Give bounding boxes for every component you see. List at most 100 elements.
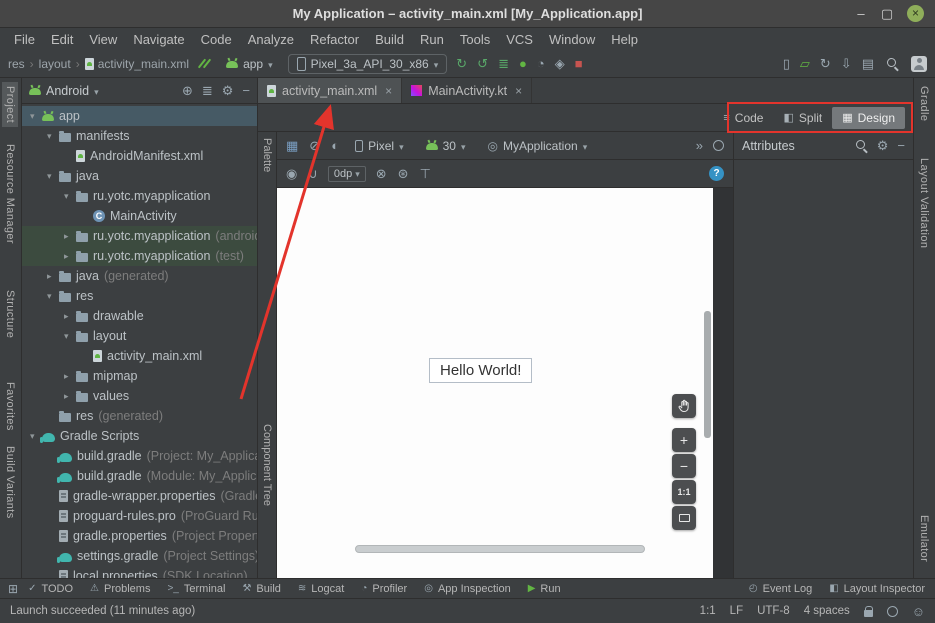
tool-window-favorites[interactable]: Favorites — [2, 378, 18, 435]
status-4-spaces[interactable]: 4 spaces — [804, 605, 850, 617]
tree-item-manifests[interactable]: ▾manifests — [22, 126, 257, 146]
chevron-right-icon[interactable]: ▸ — [64, 371, 76, 382]
close-tab-icon[interactable]: × — [515, 84, 522, 98]
tool-button-app-inspection[interactable]: ◎App Inspection — [424, 583, 511, 595]
expand-all-icon[interactable]: ≣ — [202, 84, 213, 97]
tool-window-structure[interactable]: Structure — [2, 286, 18, 342]
textview-hello-world[interactable]: Hello World! — [429, 358, 532, 383]
stop-icon[interactable]: ■ — [575, 57, 583, 70]
background-tasks-icon[interactable] — [887, 606, 898, 617]
feedback-smiley-icon[interactable] — [912, 604, 925, 619]
locate-file-icon[interactable]: ⊕ — [182, 84, 193, 97]
tool-button-terminal[interactable]: >_Terminal — [167, 583, 225, 595]
avd-manager-icon[interactable]: ▱ — [800, 57, 810, 70]
infer-constraints-icon[interactable]: ⊛ — [398, 167, 409, 180]
tree-item-activity-main-xml[interactable]: activity_main.xml — [22, 346, 257, 366]
visibility-icon[interactable]: ◉ — [286, 167, 297, 180]
theme-select[interactable]: MyApplication — [482, 137, 594, 155]
device-manager-icon[interactable]: ▯ — [783, 57, 790, 70]
tool-button-event-log[interactable]: ◴Event Log — [749, 583, 812, 595]
chevron-down-icon[interactable]: ▾ — [64, 331, 76, 342]
mode-split[interactable]: ◧Split — [773, 107, 832, 129]
device-select[interactable]: Pixel_3a_API_30_x86 — [288, 54, 448, 74]
zoom-in-button[interactable]: + — [672, 428, 696, 452]
chevron-right-icon[interactable]: ▸ — [47, 271, 59, 282]
hide-icon[interactable]: − — [897, 139, 905, 152]
align-icon[interactable]: ⊤ — [420, 167, 431, 180]
gear-icon[interactable]: ⚙ — [877, 139, 889, 152]
breadcrumb-activity-main-xml[interactable]: activity_main.xml — [85, 57, 189, 71]
menu-code[interactable]: Code — [193, 32, 240, 47]
menu-tools[interactable]: Tools — [452, 32, 498, 47]
tree-item-mainactivity[interactable]: CMainActivity — [22, 206, 257, 226]
tree-item-ru-yotc-myapplication[interactable]: ▾ru.yotc.myapplication — [22, 186, 257, 206]
tree-item-gradle-scripts[interactable]: ▾Gradle Scripts — [22, 426, 257, 446]
tree-item-ru-yotc-myapplication-test[interactable]: ▸ru.yotc.myapplication(test) — [22, 246, 257, 266]
tree-item-androidmanifest-xml[interactable]: AndroidManifest.xml — [22, 146, 257, 166]
menu-vcs[interactable]: VCS — [498, 32, 541, 47]
mode-design[interactable]: ▦Design — [832, 107, 905, 129]
chevron-right-icon[interactable]: ▸ — [64, 311, 76, 322]
tree-item-ru-yotc-myapplication-androidtest[interactable]: ▸ru.yotc.myapplication(androidTest) — [22, 226, 257, 246]
menu-help[interactable]: Help — [603, 32, 646, 47]
sync-gradle-icon[interactable]: ↻ — [820, 57, 831, 70]
hide-panel-icon[interactable]: − — [242, 84, 250, 97]
tool-button-layout-inspector[interactable]: ◧Layout Inspector — [829, 583, 925, 595]
tool-button-logcat[interactable]: ≋Logcat — [298, 583, 344, 595]
help-icon[interactable]: ? — [709, 166, 724, 181]
maximize-button[interactable]: ▢ — [874, 6, 900, 22]
palette-tab[interactable]: Palette — [261, 138, 273, 172]
apply-changes-icon[interactable]: ↻ — [456, 57, 467, 70]
project-view-selector[interactable]: Android — [46, 84, 89, 98]
tree-item-app[interactable]: ▾app — [22, 106, 257, 126]
tool-window-gradle[interactable]: Gradle — [916, 82, 932, 125]
design-surface-icon[interactable]: ▦ — [286, 139, 298, 152]
settings-icon[interactable]: ⚙ — [222, 84, 234, 97]
design-device-select[interactable]: Pixel — [349, 137, 410, 155]
overflow-icon[interactable]: » — [696, 139, 703, 152]
sdk-manager-icon[interactable]: ⇩ — [841, 57, 852, 70]
breadcrumb-res[interactable]: res — [8, 57, 25, 71]
chevron-down-icon[interactable]: ▾ — [64, 191, 76, 202]
tree-item-mipmap[interactable]: ▸mipmap — [22, 366, 257, 386]
run-configuration-select[interactable]: app — [220, 55, 279, 73]
autoconnect-magnet-icon[interactable]: ∪ — [308, 167, 318, 180]
tree-item-local-properties-sdk-location[interactable]: local.properties(SDK Location) — [22, 566, 257, 578]
horizontal-scrollbar[interactable] — [355, 545, 645, 553]
menu-edit[interactable]: Edit — [43, 32, 81, 47]
tool-window-build-variants[interactable]: Build Variants — [2, 442, 18, 523]
tool-button-todo[interactable]: ✓TODO — [28, 583, 73, 595]
tool-button-profiler[interactable]: ◔Profiler — [361, 583, 407, 595]
debug-icon[interactable]: ● — [519, 57, 527, 70]
breadcrumb-layout[interactable]: layout — [39, 57, 71, 71]
chevron-right-icon[interactable]: ▸ — [64, 251, 76, 262]
chevron-down-icon[interactable]: ▾ — [30, 111, 42, 122]
vcs-update-icon[interactable] — [198, 57, 211, 71]
coverage-icon[interactable]: ◈ — [555, 57, 565, 70]
tool-button-problems[interactable]: ⚠Problems — [90, 583, 150, 595]
tree-item-layout[interactable]: ▾layout — [22, 326, 257, 346]
structure-view-icon[interactable]: ▤ — [862, 57, 874, 70]
tool-window-resource-manager[interactable]: Resource Manager — [2, 140, 18, 248]
status-lf[interactable]: LF — [730, 605, 743, 617]
close-tab-icon[interactable]: × — [385, 84, 392, 98]
editor-tab-mainactivity-kt[interactable]: MainActivity.kt× — [402, 78, 532, 103]
tree-item-java-generated[interactable]: ▸java(generated) — [22, 266, 257, 286]
chevron-right-icon[interactable]: ▸ — [64, 391, 76, 402]
tree-item-proguard-rules-pro-proguard-rules-for-my-application[interactable]: proguard-rules.pro(ProGuard Rules for My… — [22, 506, 257, 526]
status-utf-8[interactable]: UTF-8 — [757, 605, 790, 617]
status-1-1[interactable]: 1:1 — [700, 605, 716, 617]
tree-item-gradle-properties-project-properties[interactable]: gradle.properties(Project Properties) — [22, 526, 257, 546]
tool-window-switcher-icon[interactable]: ⊞ — [8, 582, 18, 596]
clear-constraints-icon[interactable]: ⊗ — [376, 167, 387, 180]
menu-file[interactable]: File — [6, 32, 43, 47]
tool-window-layout-validation[interactable]: Layout Validation — [916, 154, 932, 252]
search-icon[interactable] — [855, 139, 868, 152]
chevron-down-icon[interactable]: ▾ — [47, 291, 59, 302]
device-screen-canvas[interactable]: Hello World! — [277, 188, 713, 578]
run-tasks-icon[interactable]: ≣ — [498, 57, 509, 70]
tool-button-run[interactable]: ▶Run — [528, 583, 561, 595]
tree-item-settings-gradle-project-settings[interactable]: settings.gradle(Project Settings) — [22, 546, 257, 566]
minimize-button[interactable]: – — [848, 6, 874, 21]
tree-item-drawable[interactable]: ▸drawable — [22, 306, 257, 326]
